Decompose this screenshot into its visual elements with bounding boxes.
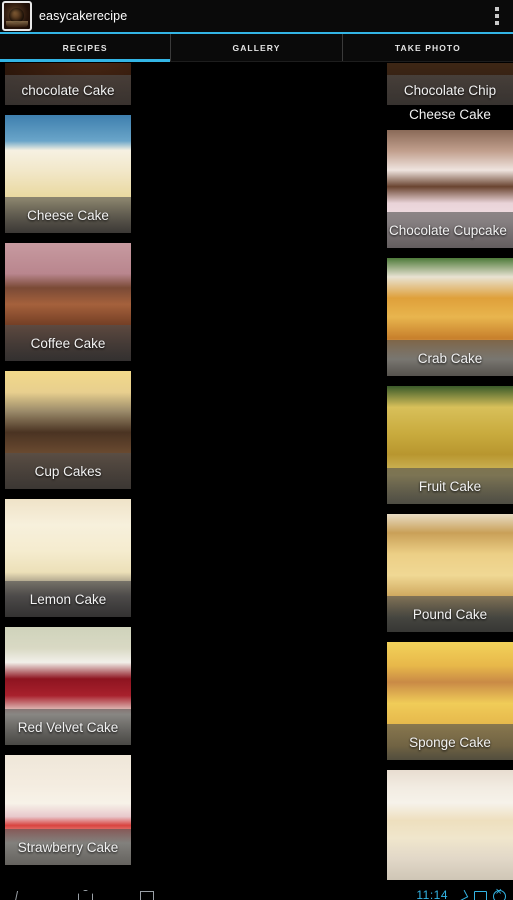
status-clock: 11:14 — [416, 888, 448, 900]
tab-gallery[interactable]: GALLERY — [170, 34, 342, 61]
recipe-column-left: chocolate Cake Cheese Cake Coffee Cake Cup … — [4, 62, 132, 866]
tab-recipes[interactable]: RECIPES — [0, 34, 171, 62]
recipe-card[interactable]: Cup Cakes — [4, 370, 132, 490]
recipe-card[interactable]: Fruit Cake — [386, 385, 513, 505]
recipe-card[interactable]: Chocolate Cupcake — [386, 129, 513, 249]
recipe-card[interactable]: Cheese Cake — [4, 114, 132, 234]
tab-take-photo[interactable]: TAKE PHOTO — [341, 34, 513, 61]
recents-icon[interactable] — [138, 889, 155, 900]
recipe-title: Sponge Cake — [387, 724, 513, 760]
back-icon[interactable] — [16, 889, 33, 900]
recipe-grid[interactable]: chocolate Cake Cheese Cake Coffee Cake Cup … — [0, 62, 513, 890]
recipe-title: Lemon Cake — [5, 581, 131, 617]
home-icon[interactable] — [77, 889, 94, 900]
recipe-title: Strawberry Cake — [5, 829, 131, 865]
recipe-card[interactable]: Chocolate Chip — [386, 62, 513, 106]
recipe-title: Chocolate Cupcake — [387, 212, 513, 248]
recipe-title: Cup Cakes — [5, 453, 131, 489]
recipe-title: Fruit Cake — [387, 468, 513, 504]
recipe-card[interactable]: chocolate Cake — [4, 62, 132, 106]
recipe-title: Coffee Cake — [5, 325, 131, 361]
recipe-thumbnail — [387, 770, 513, 880]
overflow-menu-icon[interactable] — [495, 7, 499, 25]
tab-label: GALLERY — [232, 42, 281, 53]
recipe-card[interactable]: Sponge Cake — [386, 641, 513, 761]
recipe-title: Pound Cake — [387, 596, 513, 632]
recipe-title-line2: Cheese Cake — [409, 107, 491, 122]
recipe-column-right: Chocolate Chip Cheese Cake Chocolate Cupca… — [386, 62, 513, 881]
recipe-card[interactable]: Coffee Cake — [4, 242, 132, 362]
system-nav-bar: 11:14 — [0, 887, 513, 900]
share-icon[interactable] — [455, 890, 467, 900]
recipe-title: Chocolate Chip — [387, 75, 513, 105]
cancel-icon[interactable] — [493, 887, 506, 900]
recipe-title: Crab Cake — [387, 340, 513, 376]
recipe-card[interactable]: Pound Cake — [386, 513, 513, 633]
app-root: easycakerecipe RECIPES GALLERY TAKE PHOTO … — [0, 0, 513, 900]
recipe-title: chocolate Cake — [5, 75, 131, 105]
app-title: easycakerecipe — [39, 9, 128, 23]
recipe-card[interactable]: Red Velvet Cake — [4, 626, 132, 746]
recipe-title: Red Velvet Cake — [5, 709, 131, 745]
recipe-card[interactable] — [386, 769, 513, 881]
tab-label: RECIPES — [62, 42, 108, 53]
screen-icon[interactable] — [474, 890, 487, 900]
recipe-card[interactable]: Crab Cake — [386, 257, 513, 377]
tab-label: TAKE PHOTO — [394, 42, 461, 53]
action-bar: easycakerecipe — [0, 0, 513, 34]
recipe-card[interactable]: Strawberry Cake — [4, 754, 132, 866]
app-icon — [2, 1, 32, 31]
recipe-title: Cheese Cake — [5, 197, 131, 233]
tab-bar: RECIPES GALLERY TAKE PHOTO — [0, 34, 513, 62]
recipe-card[interactable]: Lemon Cake — [4, 498, 132, 618]
